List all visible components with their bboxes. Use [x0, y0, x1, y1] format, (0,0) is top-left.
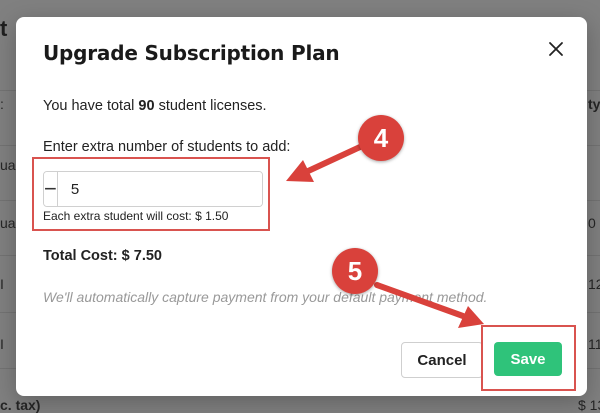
annotation-arrows [286, 144, 484, 328]
arrow-to-save [374, 282, 484, 328]
arrow-to-stepper [286, 144, 363, 182]
step-4-callout: 4 [358, 115, 404, 161]
step-5-callout: 5 [332, 248, 378, 294]
